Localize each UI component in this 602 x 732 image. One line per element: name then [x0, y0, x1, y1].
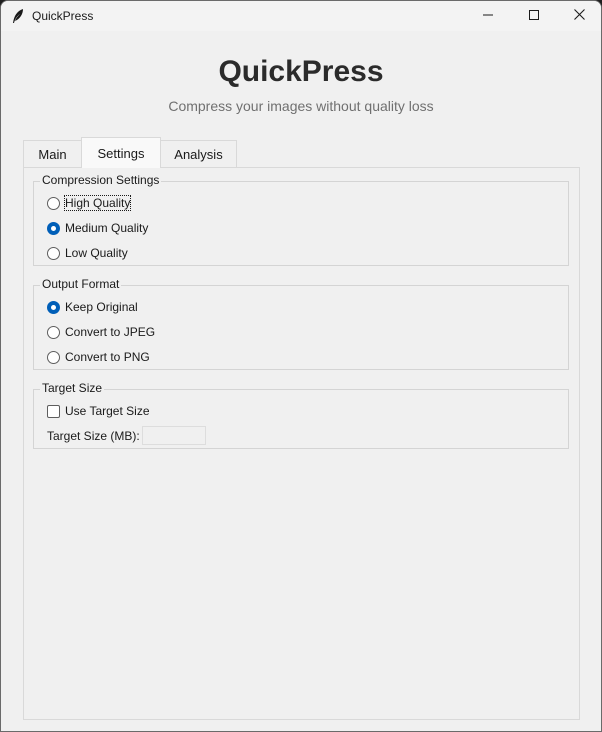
convert-jpeg-radio[interactable] [47, 325, 60, 339]
feather-icon [11, 8, 25, 24]
tab-main-label: Main [38, 147, 67, 162]
target-size-input[interactable] [142, 426, 206, 445]
window-title: QuickPress [32, 9, 94, 23]
radio-convert-jpeg[interactable]: Convert to JPEG [47, 323, 155, 341]
tab-analysis-label: Analysis [174, 147, 223, 162]
tab-main[interactable]: Main [23, 140, 82, 168]
low-quality-radio[interactable] [47, 246, 60, 260]
radio-high-quality[interactable]: High Quality [47, 194, 132, 212]
title-bar[interactable]: QuickPress [1, 1, 601, 31]
use-target-size-label[interactable]: Use Target Size [65, 404, 150, 418]
maximize-button[interactable] [511, 1, 557, 31]
convert-png-radio[interactable] [47, 350, 60, 364]
use-target-size-checkbox[interactable] [47, 404, 60, 418]
target-size-title: Target Size [40, 381, 105, 395]
app-subtitle: Compress your images without quality los… [168, 98, 434, 114]
high-quality-radio[interactable] [47, 196, 60, 210]
tab-analysis[interactable]: Analysis [160, 140, 237, 168]
target-size-field-label: Target Size (MB): [47, 429, 140, 443]
radio-low-quality[interactable]: Low Quality [47, 244, 128, 262]
high-quality-label[interactable]: High Quality [63, 195, 132, 211]
app-title: QuickPress [218, 55, 384, 88]
medium-quality-label[interactable]: Medium Quality [65, 221, 148, 235]
radio-medium-quality[interactable]: Medium Quality [47, 219, 148, 237]
compression-settings-title: Compression Settings [40, 173, 162, 187]
use-target-size-row[interactable]: Use Target Size [47, 402, 150, 420]
radio-convert-png[interactable]: Convert to PNG [47, 348, 150, 366]
minimize-button[interactable] [465, 1, 511, 31]
tab-settings[interactable]: Settings [81, 137, 161, 168]
maximize-icon [529, 7, 539, 25]
minimize-icon [483, 7, 493, 25]
close-icon [573, 7, 585, 25]
low-quality-label[interactable]: Low Quality [65, 246, 128, 260]
output-format-group: Output Format Keep Original Convert to J… [33, 277, 569, 370]
target-size-group: Target Size Use Target Size Target Size … [33, 381, 569, 449]
convert-png-label[interactable]: Convert to PNG [65, 350, 150, 364]
medium-quality-radio[interactable] [47, 221, 60, 235]
radio-keep-original[interactable]: Keep Original [47, 298, 138, 316]
app-window: QuickPress QuickPress Compress your imag… [0, 0, 602, 732]
compression-settings-group: Compression Settings High Quality Medium… [33, 173, 569, 266]
keep-original-radio[interactable] [47, 300, 60, 314]
convert-jpeg-label[interactable]: Convert to JPEG [65, 325, 155, 339]
tab-settings-label: Settings [97, 145, 145, 161]
keep-original-label[interactable]: Keep Original [65, 300, 138, 314]
close-button[interactable] [556, 1, 601, 31]
output-format-title: Output Format [40, 277, 122, 291]
